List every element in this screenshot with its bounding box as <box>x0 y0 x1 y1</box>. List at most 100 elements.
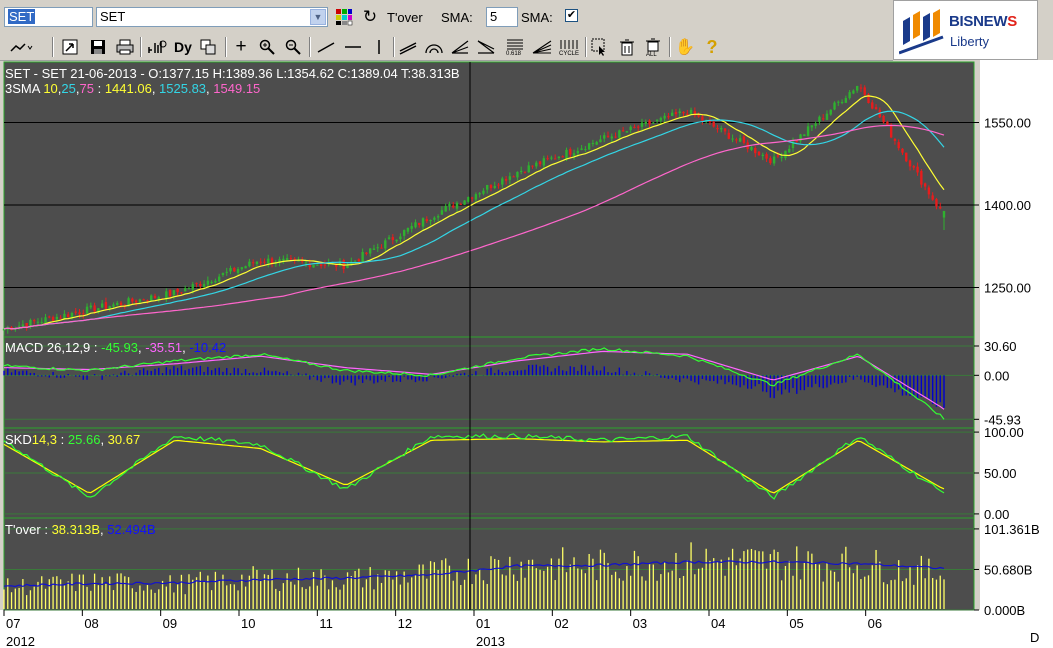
candle-body <box>531 165 534 167</box>
toolbar-top: SET SET ▼ ↻ T'over SMA: 5 SMA: ✔ <box>0 0 893 35</box>
candle-body <box>735 139 738 141</box>
candle-body <box>444 206 447 212</box>
sma-value-10: 1441.06 <box>104 81 152 96</box>
x-month-label: 11 <box>319 616 333 631</box>
delete-all-icon[interactable]: ALL <box>643 37 665 57</box>
channel-icon[interactable] <box>397 37 419 57</box>
candle-body <box>682 111 685 114</box>
vertical-line-icon[interactable] <box>369 37 389 57</box>
candle-body <box>580 148 583 150</box>
horizontal-line-icon[interactable] <box>342 37 364 57</box>
fib-fan-icon[interactable] <box>530 37 554 57</box>
candle-body <box>176 288 179 293</box>
fan-icon[interactable] <box>449 37 471 57</box>
candle-body <box>455 202 459 209</box>
save-icon[interactable] <box>88 37 108 57</box>
candle-body <box>376 247 379 249</box>
candle-body <box>663 115 666 119</box>
zoom-in-icon[interactable] <box>257 37 277 57</box>
candle-body <box>750 147 753 150</box>
candle-body <box>852 90 855 94</box>
cycle-icon[interactable]: CYCLE <box>557 37 581 57</box>
candle-body <box>535 162 538 167</box>
sma-period-input[interactable]: 5 <box>486 7 518 27</box>
candle-body <box>289 258 293 260</box>
compare-icon[interactable] <box>198 37 218 57</box>
candle-body <box>199 283 202 286</box>
candle-body <box>882 115 885 123</box>
fibonacci-icon[interactable]: 0.618 <box>503 37 527 57</box>
sma-value-25: 1525.83 <box>159 81 207 96</box>
price-ytick-label: 1400.00 <box>984 198 1031 213</box>
candle-body <box>788 148 791 153</box>
zoom-out-icon[interactable] <box>283 37 303 57</box>
x-year-label: 2012 <box>6 634 35 648</box>
candle-body <box>131 298 134 302</box>
candle-body <box>267 258 270 264</box>
x-month-label: 05 <box>789 616 803 631</box>
candle-body <box>806 126 810 136</box>
trend-line-icon[interactable] <box>315 37 337 57</box>
macd-hist-value: -10.42 <box>189 340 227 355</box>
candle-body <box>180 292 183 294</box>
candle-body <box>625 131 629 133</box>
candle-body <box>436 216 440 218</box>
candle-body <box>259 261 262 263</box>
tover-ytick-label: 0.000B <box>984 603 1025 618</box>
candle-body <box>618 130 621 138</box>
candle-body <box>217 276 221 282</box>
candle-body <box>742 136 746 143</box>
candle-body <box>470 197 474 199</box>
x-axis-period-label: D <box>1030 630 1039 645</box>
candle-body <box>402 230 406 236</box>
price-ytick-label: 1250.00 <box>984 281 1031 296</box>
line-style-icon[interactable] <box>8 37 34 57</box>
turnover-value: 38.313B <box>51 522 100 537</box>
candle-body <box>293 258 296 260</box>
arc-icon[interactable] <box>423 37 445 57</box>
skd-ytick-label: 0.00 <box>984 507 1009 522</box>
speed-line-icon[interactable] <box>475 37 497 57</box>
candle-body <box>384 240 387 249</box>
candle-body <box>557 156 561 159</box>
candle-body <box>765 154 768 159</box>
candle-body <box>255 261 259 265</box>
candle-body <box>821 118 825 120</box>
logo-mark-icon <box>899 9 944 55</box>
candle-body <box>395 239 398 242</box>
candle-body <box>323 264 327 266</box>
turnover-legend: T'over : 38.313B, 52.494B <box>5 522 156 537</box>
candle-body <box>584 149 587 151</box>
crosshair-icon[interactable]: + <box>231 36 251 57</box>
hand-pan-icon[interactable]: ✋ <box>674 37 696 57</box>
candle-body <box>840 102 844 104</box>
period-dy-button[interactable]: Dy <box>172 37 194 57</box>
skd-d-value: 30.67 <box>107 432 141 447</box>
candle-body <box>871 102 874 109</box>
candle-body <box>591 143 595 145</box>
skd-ytick-label: 50.00 <box>984 466 1017 481</box>
select-arrow-icon[interactable] <box>589 37 611 57</box>
color-grid-icon[interactable] <box>334 7 354 27</box>
candle-body <box>440 210 444 215</box>
indicator-icon[interactable] <box>146 37 168 57</box>
candle-body <box>516 171 519 178</box>
symbol-dropdown[interactable]: SET ▼ <box>96 7 328 27</box>
help-icon[interactable]: ? <box>701 37 723 57</box>
candle-body <box>187 288 191 290</box>
print-icon[interactable] <box>114 37 136 57</box>
candle-body <box>168 289 172 296</box>
zoom-window-icon[interactable] <box>60 37 80 57</box>
candle-body <box>89 305 93 308</box>
refresh-icon[interactable]: ↻ <box>360 7 380 27</box>
candle-body <box>316 264 319 266</box>
sma-checkbox[interactable]: ✔ <box>565 9 578 22</box>
candle-body <box>769 158 772 164</box>
sma2-label: SMA: <box>521 10 553 25</box>
candle-body <box>63 313 66 319</box>
candle-body <box>493 185 496 188</box>
macd-signal-value: -35.51 <box>145 340 183 355</box>
symbol-input[interactable]: SET <box>4 7 93 27</box>
tover-ytick-label: 101.361B <box>984 522 1040 537</box>
delete-icon[interactable] <box>616 37 638 57</box>
